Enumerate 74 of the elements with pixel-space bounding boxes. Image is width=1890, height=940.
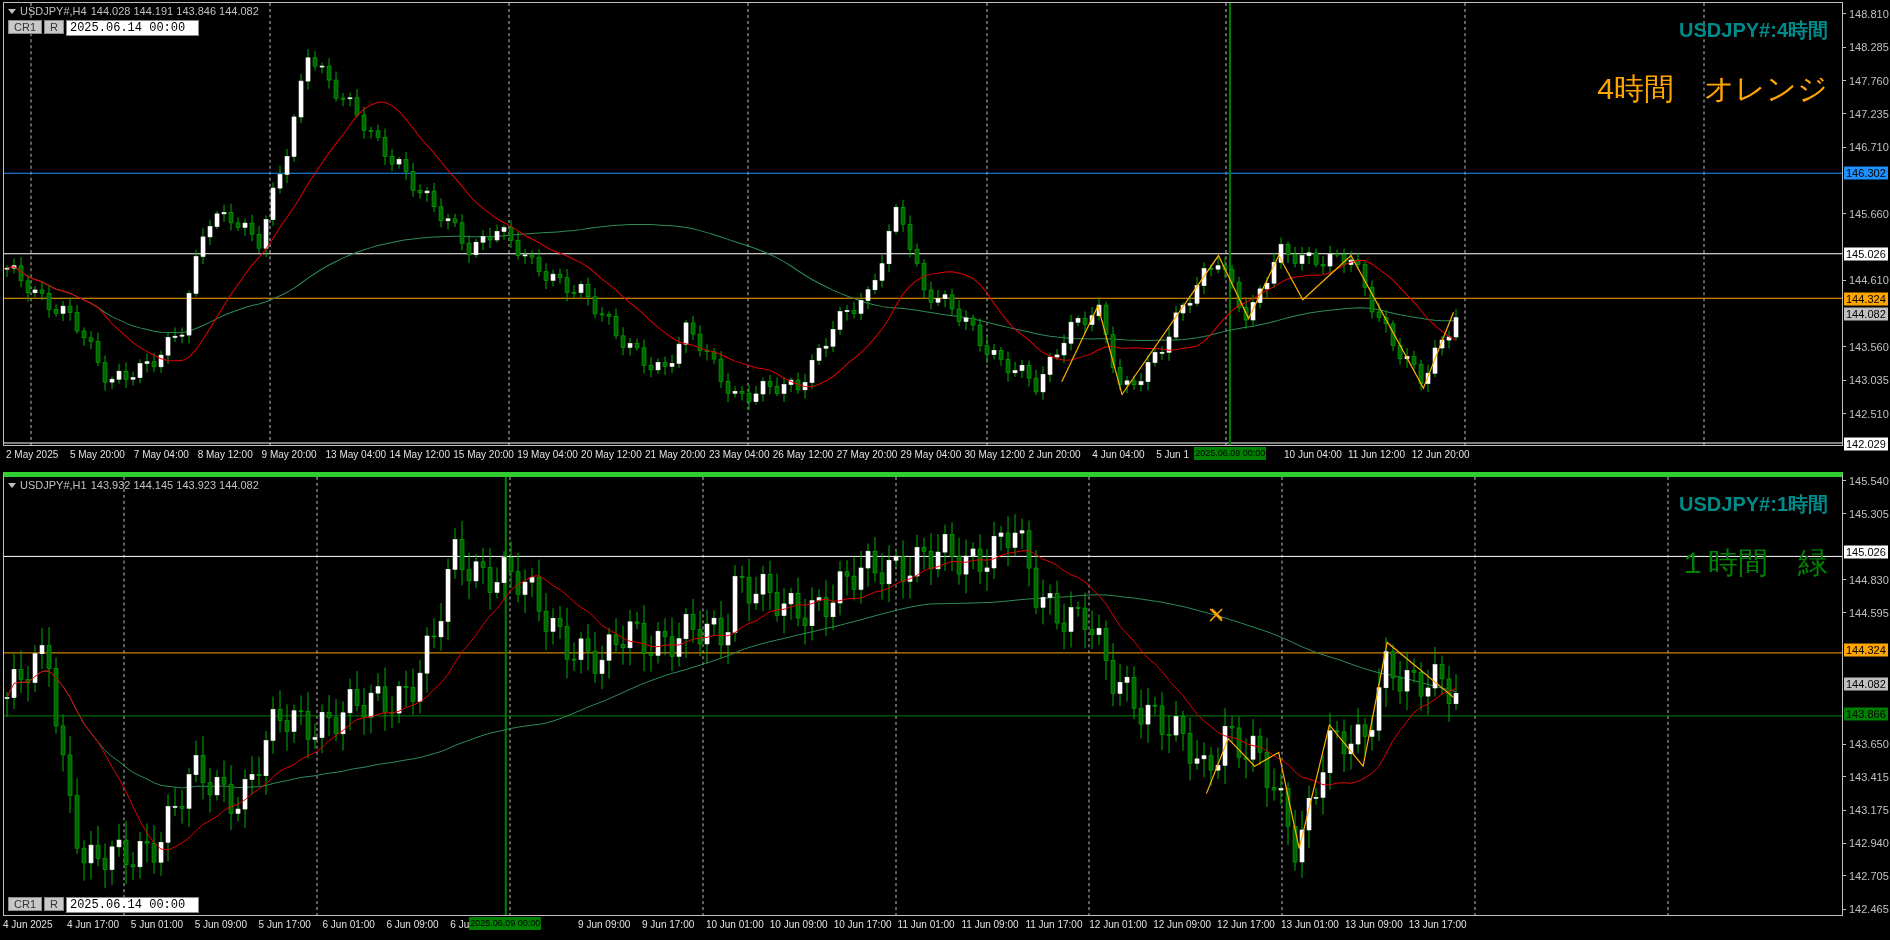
price-tick: 148.810: [1843, 7, 1889, 21]
time-label: 5 Jun 09:00: [194, 918, 247, 931]
time-label: 4 Jun 04:00: [1092, 448, 1145, 461]
ohlc-values: 144.028 144.191 143.846 144.082: [90, 5, 259, 17]
symbol-label: USDJPY#,H1: [20, 479, 87, 491]
price-label: 144.082: [1844, 677, 1888, 691]
time-label: 13 Jun 09:00: [1344, 918, 1403, 931]
time-label: 6 Ju: [450, 918, 470, 931]
chart-button[interactable]: CR1: [8, 897, 42, 911]
time-label: 19 May 04:00: [517, 448, 578, 461]
time-label: 15 May 20:00: [453, 448, 514, 461]
chart-button[interactable]: CR1: [8, 20, 42, 34]
price-label: 144.324: [1844, 292, 1888, 305]
time-label: 8 May 12:00: [197, 448, 253, 461]
time-label: 12 Jun 20:00: [1411, 448, 1470, 461]
cross-marker-icon: [1209, 608, 1223, 622]
time-label: 23 May 04:00: [708, 448, 770, 461]
chart-button[interactable]: R: [44, 20, 64, 34]
price-tick: 143.560: [1843, 340, 1889, 354]
chart-note: 4時間 オレンジ: [1597, 71, 1828, 107]
time-label: 29 May 04:00: [900, 448, 962, 461]
cursor-line[interactable]: [504, 477, 507, 915]
time-label: 9 May 20:00: [261, 448, 317, 461]
time-label: 11 Jun 17:00: [1025, 918, 1083, 931]
time-label: 14 May 12:00: [389, 448, 450, 461]
time-label: 9 Jun 09:00: [578, 918, 631, 931]
price-label: 146.302: [1844, 166, 1888, 180]
price-label: 143.866: [1844, 707, 1888, 721]
time-label: 4 Jun 2025: [3, 918, 53, 931]
time-label: 6 Jun 09:00: [386, 918, 439, 931]
time-label: 10 Jun 01:00: [705, 918, 764, 931]
price-label: 144.324: [1844, 643, 1888, 657]
date-field[interactable]: 2025.06.14 00:00: [65, 20, 199, 36]
time-label: 7 May 04:00: [133, 448, 189, 461]
time-label: 10 Jun 04:00: [1284, 448, 1342, 461]
price-label: 145.026: [1844, 247, 1888, 261]
price-label: 145.026: [1844, 546, 1888, 559]
chart-title: USDJPY#:4時間: [1679, 18, 1828, 43]
time-label: 2 May 2025: [6, 448, 59, 461]
cursor-time-label: 2025.06.09 00:00: [469, 917, 542, 930]
time-label: 12 Jun 17:00: [1217, 918, 1275, 931]
price-label: 144.082: [1844, 307, 1888, 321]
time-label: 13 Jun 17:00: [1408, 918, 1467, 931]
time-label: 5 Jun 17:00: [258, 918, 311, 931]
date-field[interactable]: 2025.06.14 00:00: [65, 897, 199, 913]
chart-title: USDJPY#:1時間: [1679, 492, 1828, 517]
symbol-label: USDJPY#,H4: [20, 5, 87, 17]
time-label: 27 May 20:00: [836, 448, 898, 461]
cursor-time-label: 2025.06.09 00:00: [1194, 447, 1267, 460]
ohlc-values: 143.932 144.145 143.923 144.082: [90, 479, 259, 491]
time-label: 26 May 12:00: [772, 448, 834, 461]
time-label: 11 Jun 09:00: [961, 918, 1019, 931]
time-label: 13 Jun 01:00: [1281, 918, 1339, 931]
time-label: 30 May 12:00: [964, 448, 1026, 461]
triangle-icon[interactable]: [8, 8, 16, 14]
time-label: 10 Jun 09:00: [769, 918, 828, 931]
time-label: 9 Jun 17:00: [642, 918, 695, 931]
time-label: 20 May 12:00: [581, 448, 642, 461]
triangle-icon[interactable]: [8, 482, 16, 488]
time-label: 10 Jun 17:00: [833, 918, 892, 931]
time-label: 4 Jun 17:00: [66, 918, 120, 931]
time-label: 5 Jun 1: [1156, 448, 1189, 461]
time-label: 13 May 04:00: [325, 448, 387, 461]
time-label: 5 Jun 01:00: [130, 918, 184, 931]
time-label: 11 Jun 01:00: [897, 918, 955, 931]
time-label: 2 Jun 20:00: [1028, 448, 1081, 461]
chart-button[interactable]: R: [44, 897, 64, 911]
time-label: 5 May 20:00: [69, 448, 125, 461]
time-label: 21 May 20:00: [645, 448, 706, 461]
time-label: 12 Jun 01:00: [1089, 918, 1148, 931]
time-label: 6 Jun 01:00: [322, 918, 375, 931]
price-label: 142.029: [1844, 437, 1888, 451]
time-label: 11 Jun 12:00: [1347, 448, 1405, 461]
time-label: 12 Jun 09:00: [1153, 918, 1211, 931]
